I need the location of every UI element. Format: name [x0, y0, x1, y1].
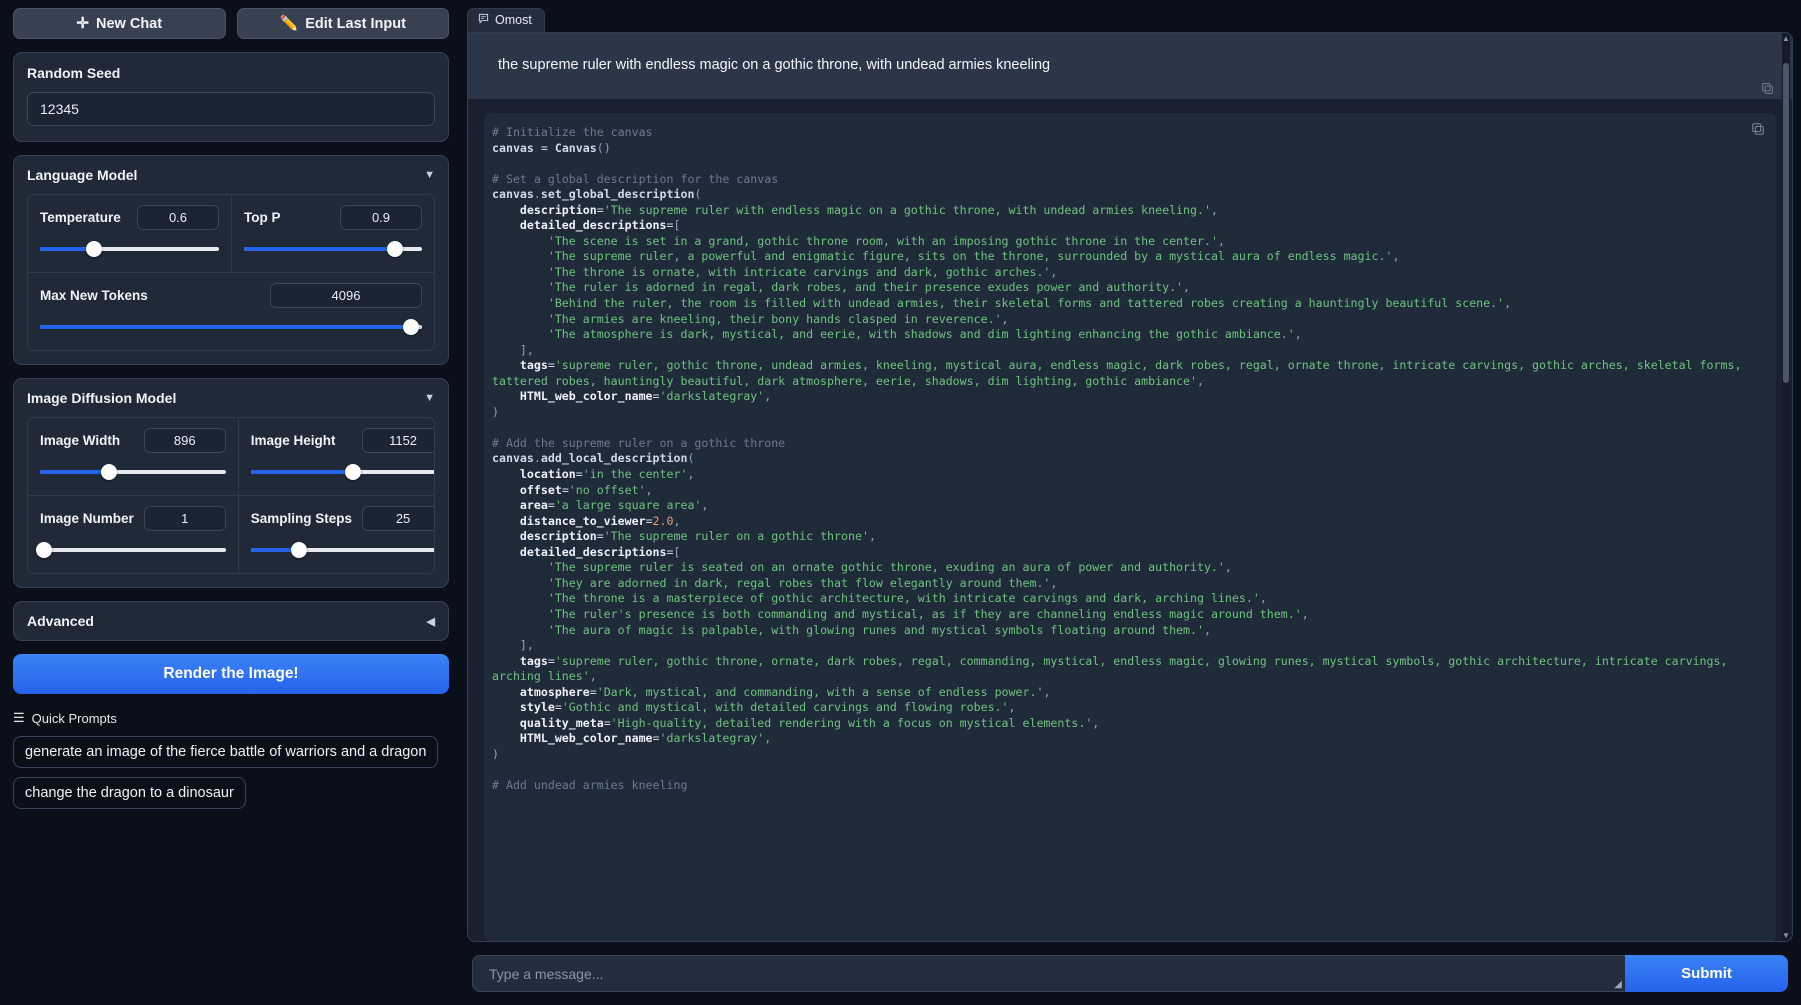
max-new-tokens-label: Max New Tokens [40, 288, 148, 303]
compose-row: Type a message... ◢ Submit [472, 955, 1788, 992]
max-new-tokens-slider[interactable] [40, 318, 422, 336]
image-diffusion-model-card: Image Diffusion Model ▼ Image Width 896 [13, 378, 449, 588]
language-model-accordion-header[interactable]: Language Model ▼ [14, 156, 448, 194]
sampling-steps-value-input[interactable]: 25 [362, 506, 434, 531]
advanced-card[interactable]: Advanced ◀ [13, 601, 449, 641]
quick-prompts-section: ☰ Quick Prompts generate an image of the… [13, 707, 449, 809]
top-p-label: Top P [244, 210, 281, 225]
slider-thumb[interactable] [85, 241, 102, 257]
assistant-message: # Initialize the canvas canvas = Canvas(… [468, 99, 1792, 941]
chevron-down-icon[interactable]: ▼ [424, 169, 435, 181]
left-control-panel: ✛ New Chat ✏️ Edit Last Input Random See… [0, 0, 462, 1005]
plus-icon: ✛ [76, 15, 89, 32]
submit-label: Submit [1681, 965, 1732, 982]
code-block: # Initialize the canvas canvas = Canvas(… [484, 113, 1776, 941]
image-width-slider[interactable] [40, 463, 226, 481]
slider-thumb[interactable] [345, 464, 362, 480]
language-model-card: Language Model ▼ Temperature 0.6 Top P 0… [13, 155, 449, 365]
quick-prompt-item[interactable]: change the dragon to a dinosaur [13, 777, 246, 809]
quick-prompt-item[interactable]: generate an image of the fierce battle o… [13, 736, 439, 768]
list-icon: ☰ [13, 710, 25, 725]
tab-omost[interactable]: Omost [467, 8, 545, 32]
quick-prompts-header: ☰ Quick Prompts [13, 710, 449, 726]
slider-thumb[interactable] [35, 542, 52, 558]
pencil-icon: ✏️ [279, 15, 299, 32]
image-width-value-input[interactable]: 896 [143, 428, 226, 453]
slider-fill [250, 470, 354, 474]
random-seed-card: Random Seed 12345 [13, 52, 449, 142]
scroll-down-icon[interactable]: ▼ [1782, 930, 1790, 941]
sampling-steps-control: Sampling Steps 25 [237, 495, 434, 573]
tab-omost-label: Omost [495, 13, 532, 27]
submit-button[interactable]: Submit [1625, 955, 1788, 992]
chat-bubble-icon [478, 13, 489, 27]
user-message: the supreme ruler with endless magic on … [468, 33, 1792, 99]
app-root: ✛ New Chat ✏️ Edit Last Input Random See… [0, 0, 1801, 1005]
image-diffusion-title: Image Diffusion Model [27, 390, 177, 406]
temperature-value-input[interactable]: 0.6 [137, 205, 219, 230]
scroll-up-icon[interactable]: ▲ [1782, 33, 1790, 44]
max-new-tokens-value-input[interactable]: 4096 [270, 283, 422, 308]
quick-prompts-label: Quick Prompts [31, 710, 117, 726]
image-height-label: Image Height [250, 433, 336, 448]
sampling-steps-slider[interactable] [250, 541, 434, 559]
max-new-tokens-control: Max New Tokens 4096 [28, 272, 434, 350]
image-diffusion-grid: Image Width 896 Image Height 1152 Image … [27, 417, 435, 574]
message-compose-bar: Type a message... ◢ Submit [467, 942, 1793, 1005]
top-p-control: Top P 0.9 [231, 195, 434, 272]
quick-prompts-list: generate an image of the fierce battle o… [13, 736, 449, 809]
vertical-scrollbar[interactable]: ▲ ▼ [1782, 33, 1790, 941]
image-height-value-input[interactable]: 1152 [362, 428, 434, 453]
chevron-down-icon[interactable]: ▼ [424, 392, 435, 404]
top-button-row: ✛ New Chat ✏️ Edit Last Input [13, 8, 449, 39]
sampling-steps-label: Sampling Steps [250, 511, 353, 526]
temperature-slider[interactable] [40, 240, 219, 258]
language-model-grid: Temperature 0.6 Top P 0.9 Max New Tokens… [27, 194, 435, 351]
message-placeholder: Type a message... [489, 965, 604, 982]
advanced-title: Advanced [27, 613, 94, 629]
tab-strip: Omost [467, 6, 1793, 32]
slider-thumb[interactable] [387, 241, 404, 257]
resize-grip-icon[interactable]: ◢ [1614, 980, 1622, 990]
language-model-title: Language Model [27, 167, 138, 183]
user-message-text: the supreme ruler with endless magic on … [498, 57, 1051, 73]
new-chat-label: New Chat [96, 15, 163, 32]
slider-track [40, 548, 226, 552]
edit-last-input-label: Edit Last Input [305, 15, 406, 32]
image-height-slider[interactable] [250, 463, 434, 481]
slider-thumb[interactable] [291, 542, 308, 558]
message-input[interactable]: Type a message... ◢ [472, 955, 1625, 992]
top-p-slider[interactable] [244, 240, 422, 258]
copy-icon[interactable] [1761, 82, 1774, 95]
chat-conversation: the supreme ruler with endless magic on … [467, 32, 1793, 942]
image-height-control: Image Height 1152 [237, 418, 434, 495]
image-number-control: Image Number 1 [28, 495, 238, 573]
copy-code-icon[interactable] [1751, 122, 1765, 136]
chevron-left-icon[interactable]: ◀ [427, 615, 435, 628]
top-p-value-input[interactable]: 0.9 [340, 205, 422, 230]
image-diffusion-accordion-header[interactable]: Image Diffusion Model ▼ [14, 379, 448, 417]
image-width-label: Image Width [40, 433, 121, 448]
slider-fill [244, 247, 396, 251]
image-number-label: Image Number [40, 511, 134, 526]
slider-fill [40, 325, 411, 329]
image-width-control: Image Width 896 [28, 418, 238, 495]
random-seed-label: Random Seed [27, 65, 121, 81]
render-image-button[interactable]: Render the Image! [13, 654, 449, 694]
edit-last-input-button[interactable]: ✏️ Edit Last Input [236, 8, 449, 39]
slider-thumb[interactable] [100, 464, 117, 480]
new-chat-button[interactable]: ✛ New Chat [13, 8, 226, 39]
advanced-accordion-header[interactable]: Advanced ◀ [14, 602, 448, 640]
slider-fill [40, 470, 109, 474]
scrollbar-thumb[interactable] [1783, 63, 1789, 383]
temperature-control: Temperature 0.6 [28, 195, 231, 272]
right-chat-panel: Omost the supreme ruler with endless mag… [462, 0, 1801, 1005]
image-number-slider[interactable] [35, 541, 226, 559]
image-number-value-input[interactable]: 1 [143, 506, 226, 531]
temperature-label: Temperature [40, 210, 121, 225]
render-image-label: Render the Image! [163, 665, 299, 682]
slider-thumb[interactable] [402, 319, 419, 335]
python-code-content: # Initialize the canvas canvas = Canvas(… [492, 125, 1749, 792]
random-seed-input[interactable]: 12345 [27, 92, 435, 126]
